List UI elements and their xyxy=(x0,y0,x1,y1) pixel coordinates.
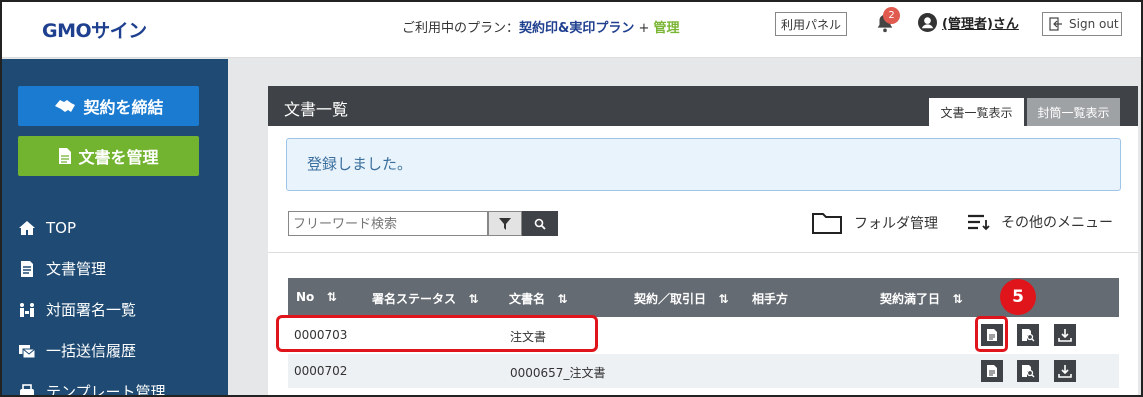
cell-document-name[interactable]: 0000657_注文書 xyxy=(510,364,605,381)
gmo-sign-logo[interactable]: GMOサイン xyxy=(42,16,147,43)
download-icon xyxy=(1058,329,1072,342)
download-button[interactable] xyxy=(1054,360,1076,382)
cell-no: 0000702 xyxy=(294,364,348,378)
plan-plus: + xyxy=(634,21,654,36)
tab-envelope-list[interactable]: 封筒一覧表示 xyxy=(1027,98,1120,126)
sidebar-item-label: TOP xyxy=(46,218,77,237)
tab-document-list[interactable]: 文書一覧表示 xyxy=(929,98,1024,126)
folder-management-label: フォルダ管理 xyxy=(854,216,938,232)
other-menu-button[interactable]: その他のメニュー xyxy=(967,212,1113,232)
table-header: No ⇅ 署名ステータス ⇅ 文書名 ⇅ 契約／取引日 ⇅ 相手方 契約満了日 … xyxy=(288,278,1119,317)
search-icon xyxy=(534,218,546,230)
sidebar-item-label: テンプレート管理 xyxy=(46,383,166,397)
document-icon xyxy=(59,148,72,164)
download-icon xyxy=(1058,365,1072,378)
panel-header: 文書一覧 文書一覧表示 封筒一覧表示 xyxy=(268,86,1138,126)
highlight-row-annotation xyxy=(276,315,598,352)
face-sign-icon xyxy=(20,302,34,317)
download-button[interactable] xyxy=(1054,324,1076,346)
column-document-name[interactable]: 文書名 ⇅ xyxy=(509,290,568,307)
handshake-icon xyxy=(55,100,76,112)
manage-documents-button[interactable]: 文書を管理 xyxy=(18,136,199,176)
sidebar-item-face-signing[interactable]: 対面署名一覧 xyxy=(18,289,218,330)
filter-icon xyxy=(499,217,511,230)
sidebar-item-label: 一括送信履歴 xyxy=(46,342,137,360)
manage-documents-label: 文書を管理 xyxy=(78,148,159,167)
other-menu-label: その他のメニュー xyxy=(1001,215,1113,231)
document-search-icon xyxy=(1022,329,1035,342)
sidebar-item-top[interactable]: TOP xyxy=(18,207,218,248)
sign-out-button[interactable]: Sign out xyxy=(1042,12,1122,36)
search-input[interactable] xyxy=(288,211,488,236)
template-icon xyxy=(20,383,34,395)
column-sign-status[interactable]: 署名ステータス ⇅ xyxy=(372,290,479,307)
folder-management-button[interactable]: フォルダ管理 xyxy=(812,212,938,234)
document-icon xyxy=(987,365,997,377)
folder-icon xyxy=(812,213,842,234)
column-contract-date[interactable]: 契約／取引日 ⇅ xyxy=(634,290,729,307)
step-number-badge: 5 xyxy=(1000,279,1036,315)
sidebar-item-bulk-send-history[interactable]: 一括送信履歴 xyxy=(18,330,218,371)
sign-contract-label: 契約を締結 xyxy=(83,98,164,117)
view-document-button[interactable] xyxy=(981,360,1003,382)
document-icon xyxy=(21,260,33,277)
plan-info: ご利用中のプラン：契約印&実印プラン + 管理 xyxy=(402,17,680,36)
sidebar: 契約を締結 文書を管理 TOP 文書管理 対面署名一覧 一括送信履歴 テンプレー… xyxy=(2,59,228,397)
sidebar-item-label: 対面署名一覧 xyxy=(46,301,137,319)
success-alert: 登録しました。 xyxy=(286,138,1121,191)
menu-sort-icon xyxy=(968,214,990,231)
search-button[interactable] xyxy=(522,211,558,236)
plan-prefix: ご利用中のプラン： xyxy=(402,21,520,36)
preview-document-button[interactable] xyxy=(1017,360,1039,382)
column-expiry-date[interactable]: 契約満了日 ⇅ xyxy=(880,290,963,307)
sidebar-nav: TOP 文書管理 対面署名一覧 一括送信履歴 テンプレート管理 xyxy=(18,207,218,397)
top-header: GMOサイン ご利用中のプラン：契約印&実印プラン + 管理 利用パネル 2 (… xyxy=(2,2,1141,58)
plan-extra: 管理 xyxy=(653,21,680,36)
sign-out-label: Sign out xyxy=(1069,17,1119,31)
sidebar-item-document-management[interactable]: 文書管理 xyxy=(18,248,218,289)
home-icon xyxy=(19,220,35,235)
plan-name: 契約印&実印プラン xyxy=(519,21,635,36)
highlight-button-annotation xyxy=(975,316,1008,352)
sidebar-item-template-management[interactable]: テンプレート管理 xyxy=(18,371,218,397)
usage-panel-button[interactable]: 利用パネル xyxy=(775,12,847,36)
sign-contract-button[interactable]: 契約を締結 xyxy=(18,86,199,126)
column-counterparty[interactable]: 相手方 xyxy=(752,290,788,307)
app-window: GMOサイン ご利用中のプラン：契約印&実印プラン + 管理 利用パネル 2 (… xyxy=(0,0,1143,397)
table-row[interactable]: 0000702 0000657_注文書 xyxy=(288,354,1119,388)
preview-document-button[interactable] xyxy=(1017,324,1039,346)
column-no[interactable]: No ⇅ xyxy=(296,290,337,304)
page-title: 文書一覧 xyxy=(284,100,349,119)
user-name-link[interactable]: (管理者)さん xyxy=(942,13,1019,32)
filter-button[interactable] xyxy=(488,211,522,236)
sign-out-icon xyxy=(1049,17,1062,31)
document-search-icon xyxy=(1022,365,1035,378)
bulk-send-icon xyxy=(19,344,36,358)
user-icon xyxy=(918,13,937,32)
notification-badge: 2 xyxy=(883,7,900,24)
divider xyxy=(268,252,1138,253)
sidebar-item-label: 文書管理 xyxy=(46,260,107,278)
